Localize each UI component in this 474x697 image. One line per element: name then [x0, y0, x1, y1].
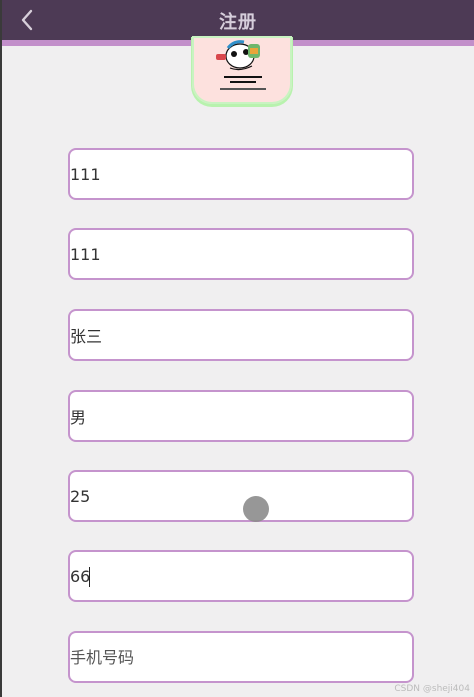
avatar[interactable] — [192, 36, 292, 104]
name-input[interactable] — [68, 309, 414, 361]
weight-input[interactable] — [68, 550, 414, 602]
age-input[interactable] — [68, 470, 414, 522]
watermark: CSDN @sheji404 — [394, 684, 470, 694]
gender-input[interactable] — [68, 390, 414, 442]
password-input[interactable] — [68, 228, 414, 280]
page-title: 注册 — [219, 12, 257, 33]
phone-input[interactable] — [68, 631, 414, 683]
cartoon-avatar-image — [216, 40, 266, 90]
register-screen: 注册 CSDN @sheji404 — [0, 0, 474, 697]
text-caret — [89, 567, 90, 587]
touch-indicator — [243, 496, 269, 522]
account-input[interactable] — [68, 148, 414, 200]
